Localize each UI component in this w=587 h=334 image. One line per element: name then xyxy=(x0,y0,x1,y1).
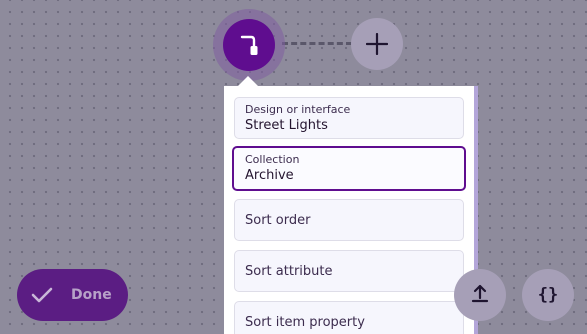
upload-icon xyxy=(469,282,491,309)
design-field-value: Street Lights xyxy=(245,118,328,133)
sort-item-property-placeholder: Sort item property xyxy=(245,314,365,330)
collection-field-label: Collection xyxy=(245,153,300,166)
node-connector xyxy=(282,42,352,45)
plus-icon xyxy=(366,33,388,55)
curly-braces-icon: {} xyxy=(537,285,559,305)
sort-order-placeholder: Sort order xyxy=(245,212,311,228)
done-label: Done xyxy=(71,287,112,303)
checkmark-icon xyxy=(31,286,53,304)
collection-field[interactable]: Collection Archive xyxy=(232,146,466,191)
code-view-button[interactable]: {} xyxy=(522,269,574,321)
sort-order-field[interactable]: Sort order xyxy=(234,199,464,241)
upload-button[interactable] xyxy=(454,269,506,321)
done-button[interactable]: Done xyxy=(17,269,128,321)
sort-attribute-placeholder: Sort attribute xyxy=(245,263,333,279)
lamp-post-icon xyxy=(239,34,259,56)
add-node-button[interactable] xyxy=(351,18,403,70)
sort-attribute-field[interactable]: Sort attribute xyxy=(234,250,464,292)
node-settings-popup: Design or interface Street Lights Collec… xyxy=(224,86,478,334)
design-field-label: Design or interface xyxy=(245,103,351,116)
sort-item-property-field[interactable]: Sort item property xyxy=(234,301,464,334)
collection-field-value: Archive xyxy=(245,168,294,183)
design-field[interactable]: Design or interface Street Lights xyxy=(234,97,464,139)
design-node[interactable] xyxy=(223,19,275,71)
